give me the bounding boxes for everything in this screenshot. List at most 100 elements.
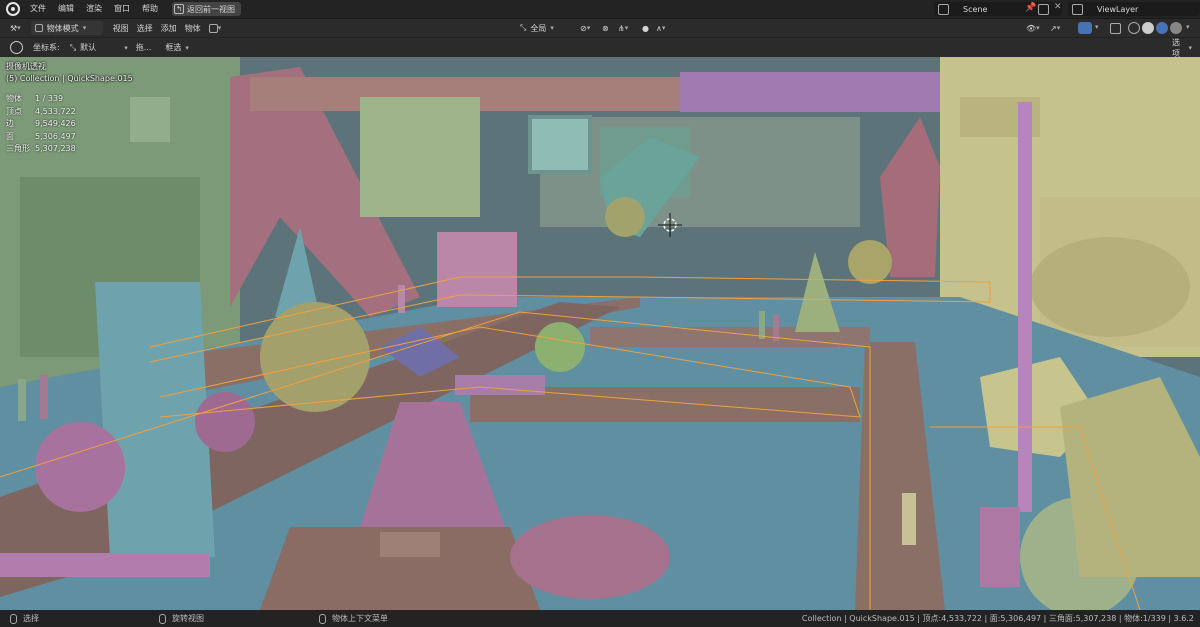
scene-name: Scene xyxy=(963,4,988,14)
rendered-shading-icon[interactable] xyxy=(1170,22,1182,34)
scene-statistics: 物体 1 / 339 顶点 4,533,722 边 9,549,426 面 5,306,… xyxy=(6,93,76,156)
status-context-menu: 物体上下文菜单 xyxy=(332,614,388,623)
top-violet-pipe xyxy=(680,72,940,112)
viewport-info: 摄像机透视 (5) Collection | QuickShape.015 xyxy=(6,61,133,85)
orientation-icon: ⤡ xyxy=(520,23,527,32)
status-bar: 选择 旋转视图 物体上下文菜单 Collection | QuickShape.… xyxy=(0,610,1200,627)
menu-file[interactable]: 文件 xyxy=(24,1,52,17)
wireframe-shading-icon[interactable] xyxy=(1128,22,1140,34)
close-scene-icon[interactable]: ✕ xyxy=(1054,2,1062,12)
overlay-toggle-icon[interactable] xyxy=(1078,22,1092,34)
stat-label: 顶点 xyxy=(6,106,22,116)
stat-label: 物体 xyxy=(6,94,22,103)
stat-row: 面 5,306,497 xyxy=(6,131,76,144)
view-layer-selector[interactable]: ViewLayer xyxy=(1068,2,1200,16)
menu-window[interactable]: 窗口 xyxy=(108,1,136,17)
menu-add[interactable]: 添加 xyxy=(157,21,181,35)
stat-value: 4,533,722 xyxy=(35,106,76,116)
left-building-panel xyxy=(130,97,170,142)
coordinate-system-dropdown[interactable]: ⤡ 默认 ▾ xyxy=(66,41,132,55)
mode-dropdown[interactable]: 物体模式 ▾ xyxy=(30,21,103,35)
gizmo-icon[interactable]: ↗ ▾ xyxy=(1046,21,1064,35)
menu-help[interactable]: 帮助 xyxy=(136,1,164,17)
mode-icon-extra[interactable]: ▾ xyxy=(205,21,226,35)
pink-rock xyxy=(510,515,670,599)
back-to-previous-button[interactable]: ↰ 返回前一视图 xyxy=(172,2,241,16)
menu-edit[interactable]: 编辑 xyxy=(52,1,80,17)
mouse-left-icon xyxy=(10,613,17,624)
orientation-label: 全局 xyxy=(530,23,547,33)
pivot-icon[interactable]: ⊘ ▾ xyxy=(576,21,594,35)
view-layer-icon xyxy=(1072,3,1083,15)
overlay-chevron-icon[interactable]: ▾ xyxy=(1095,23,1099,31)
chevron-down-icon: ▾ xyxy=(82,24,87,32)
menu-view[interactable]: 视图 xyxy=(109,21,133,35)
figure-left-2 xyxy=(40,375,48,419)
tool-settings-bar: 坐标系: ⤡ 默认 ▾ 拖... 框选 ▾ 选项 ▾ xyxy=(0,37,1200,58)
menu-select[interactable]: 选择 xyxy=(133,21,157,35)
stat-row: 顶点 4,533,722 xyxy=(6,106,76,119)
chevron-down-icon: ▾ xyxy=(185,43,189,52)
foreground-violet-pipe xyxy=(0,553,210,577)
status-scene-info: Collection | QuickShape.015 | 顶点:4,533,7… xyxy=(801,614,1194,623)
transform-orientation-dropdown[interactable]: ⤡ 全局 ▾ xyxy=(516,21,568,35)
big-cylinder-pipe xyxy=(1030,237,1190,337)
stat-label: 三角形 xyxy=(6,144,30,153)
active-tool-icon[interactable] xyxy=(10,41,23,54)
bush-pink-left xyxy=(35,422,125,512)
view-layer-name: ViewLayer xyxy=(1097,4,1139,14)
back-icon: ↰ xyxy=(174,4,184,14)
material-shading-icon[interactable] xyxy=(1156,22,1168,34)
solid-shading-icon[interactable] xyxy=(1142,22,1154,34)
status-rotate: 旋转视图 xyxy=(172,614,204,623)
pin-icon[interactable]: 📌 xyxy=(1025,3,1036,13)
collection-info: (5) Collection | QuickShape.015 xyxy=(6,74,133,83)
viewport-header: ⚒ ▾ 物体模式 ▾ 视图 选择 添加 物体 ▾ ⤡ 全局 ▾ ⊘ ▾ ⊗ ⋔ … xyxy=(0,18,1200,37)
blender-logo-icon[interactable] xyxy=(6,2,20,16)
new-scene-icon[interactable] xyxy=(1038,4,1049,15)
stat-value: 5,307,238 xyxy=(35,144,76,153)
chevron-down-icon: ▾ xyxy=(550,24,554,32)
stat-row: 边 9,549,426 xyxy=(6,118,76,131)
mode-label: 物体模式 xyxy=(46,23,79,33)
figure-right xyxy=(902,493,916,545)
editor-type-icon[interactable]: ⚒ ▾ xyxy=(6,21,25,35)
lamp-base xyxy=(980,507,1020,587)
hanging-green-structure xyxy=(360,97,480,217)
select-mode-value: 框选 xyxy=(165,43,182,52)
mouse-right-icon xyxy=(319,613,326,624)
coordinate-system-label: 坐标系: xyxy=(33,43,60,52)
drag-label[interactable]: 拖... xyxy=(132,41,156,55)
3d-viewport[interactable]: 摄像机透视 (5) Collection | QuickShape.015 物体… xyxy=(0,57,1200,610)
chevron-down-icon: ▾ xyxy=(124,43,128,52)
proportional-edit-icon[interactable]: ● xyxy=(638,21,653,35)
view-name: 摄像机透视 xyxy=(6,62,46,71)
stat-label: 面 xyxy=(6,131,14,141)
falloff-icon[interactable]: ∧ ▾ xyxy=(652,21,669,35)
shading-chevron-icon[interactable]: ▾ xyxy=(1186,23,1190,31)
options-dropdown[interactable]: 选项 ▾ xyxy=(1168,38,1196,58)
figure-left-1 xyxy=(18,379,26,421)
bush-far-right xyxy=(848,240,892,284)
scene-icon xyxy=(938,3,949,15)
coordinate-system-value: 默认 xyxy=(80,43,97,52)
scene-render xyxy=(0,57,1200,610)
snap-icon[interactable]: ⊗ xyxy=(598,21,613,35)
snap-target-icon[interactable]: ⋔ ▾ xyxy=(614,21,632,35)
axes-icon: ⤡ xyxy=(69,42,77,52)
select-mode-dropdown[interactable]: 框选 ▾ xyxy=(161,41,197,55)
back-to-previous-label: 返回前一视图 xyxy=(187,4,235,14)
menu-render[interactable]: 渲染 xyxy=(80,1,108,17)
stat-label: 边 xyxy=(6,119,14,128)
chevron-down-icon: ▾ xyxy=(1188,44,1192,52)
mouse-middle-icon xyxy=(159,613,166,624)
crate-lid xyxy=(380,532,440,557)
xray-icon[interactable] xyxy=(1110,23,1121,34)
bush-far xyxy=(605,197,645,237)
lamp-post xyxy=(1018,102,1032,512)
stat-value: 1 / 339 xyxy=(35,94,64,103)
object-mode-icon xyxy=(34,24,43,32)
menu-object[interactable]: 物体 xyxy=(181,21,205,35)
figure-far-1 xyxy=(759,311,765,339)
visibility-icon[interactable]: 👁 ▾ xyxy=(1022,21,1044,35)
